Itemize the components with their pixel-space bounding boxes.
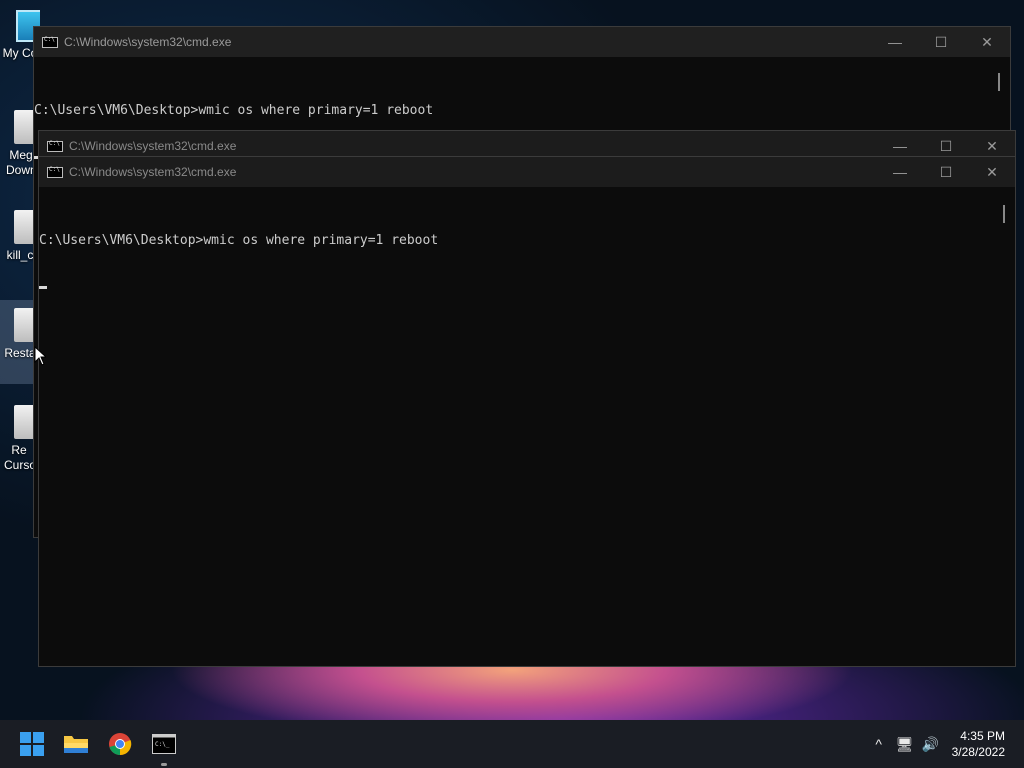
window-title: C:\Windows\system32\cmd.exe xyxy=(69,139,237,153)
console-output[interactable]: C:\Users\VM6\Desktop>wmic os where prima… xyxy=(39,187,1015,319)
svg-text:C:\_: C:\_ xyxy=(155,741,170,748)
file-explorer-button[interactable] xyxy=(54,724,98,764)
desktop-icon-label: Resta xyxy=(4,346,36,360)
desktop-icon-label: Meg Down xyxy=(6,148,37,177)
console-line: C:\Users\VM6\Desktop>wmic os where prima… xyxy=(39,233,439,248)
clock[interactable]: 4:35 PM 3/28/2022 xyxy=(944,728,1024,760)
desktop-icon-label: Re Curso xyxy=(4,443,37,472)
taskbar: C:\_ ^ 🖥 🔊 4:35 PM 3/28/2022 xyxy=(0,720,1024,768)
scrollbar[interactable] xyxy=(998,73,1000,91)
close-button[interactable]: ✕ xyxy=(969,157,1015,187)
volume-icon[interactable]: 🔊 xyxy=(918,736,944,753)
system-tray: ^ 🖥 🔊 4:35 PM 3/28/2022 xyxy=(866,720,1024,768)
window-title: C:\Windows\system32\cmd.exe xyxy=(64,35,232,49)
cmd-window-front[interactable]: C:\Windows\system32\cmd.exe — ☐ ✕ C:\Use… xyxy=(38,156,1016,667)
console-line: C:\Users\VM6\Desktop>wmic os where prima… xyxy=(34,103,434,118)
cmd-app-icon xyxy=(42,36,58,48)
minimize-button[interactable]: — xyxy=(872,27,918,57)
close-button[interactable]: ✕ xyxy=(964,27,1010,57)
show-hidden-icons-chevron-icon[interactable]: ^ xyxy=(866,736,892,752)
clock-time: 4:35 PM xyxy=(960,729,1005,743)
window-title: C:\Windows\system32\cmd.exe xyxy=(69,165,237,179)
cmd-app-icon xyxy=(47,166,63,178)
text-cursor xyxy=(39,286,47,289)
cmd-app-icon xyxy=(47,140,63,152)
file-explorer-icon xyxy=(64,736,88,753)
start-button[interactable] xyxy=(10,724,54,764)
chrome-icon xyxy=(109,733,132,756)
title-bar[interactable]: C:\Windows\system32\cmd.exe — ☐ ✕ xyxy=(34,27,1010,57)
clock-date: 3/28/2022 xyxy=(951,745,1005,759)
running-indicator xyxy=(161,763,167,766)
cmd-taskbar-button[interactable]: C:\_ xyxy=(142,724,186,766)
start-icon xyxy=(20,732,44,756)
network-icon[interactable]: 🖥 xyxy=(892,736,918,753)
mouse-pointer-icon xyxy=(34,346,46,366)
title-bar[interactable]: C:\Windows\system32\cmd.exe — ☐ ✕ xyxy=(39,157,1015,187)
chrome-button[interactable] xyxy=(98,724,142,764)
maximize-button[interactable]: ☐ xyxy=(923,157,969,187)
cmd-icon: C:\_ xyxy=(152,734,176,754)
minimize-button[interactable]: — xyxy=(877,157,923,187)
desktop-icon-label: kill_c xyxy=(6,248,34,262)
scrollbar[interactable] xyxy=(1003,205,1005,223)
maximize-button[interactable]: ☐ xyxy=(918,27,964,57)
